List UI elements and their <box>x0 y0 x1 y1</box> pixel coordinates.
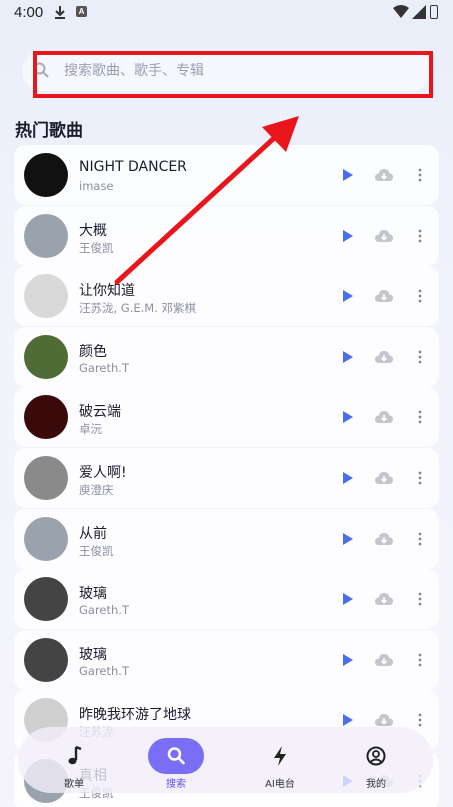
lightning-icon <box>274 746 286 766</box>
album-cover <box>24 395 68 440</box>
song-artist: Gareth.T <box>79 663 129 678</box>
album-cover <box>24 274 68 319</box>
status-bar: 4:00 A <box>0 0 453 26</box>
album-cover <box>24 455 68 500</box>
cloud-download-icon[interactable] <box>374 167 394 183</box>
song-row[interactable]: 颜色 Gareth.T <box>14 326 439 387</box>
song-row[interactable]: 爱人啊! 庾澄庆 <box>14 447 439 508</box>
song-title: 让你知道 <box>79 283 135 300</box>
play-icon[interactable] <box>342 350 354 364</box>
cloud-download-icon[interactable] <box>374 470 394 486</box>
song-artist: 卓沅 <box>79 422 102 437</box>
cloud-download-icon[interactable] <box>374 228 394 244</box>
nav-ai-radio[interactable]: AI电台 <box>240 727 320 793</box>
song-row[interactable]: NIGHT DANCER imase <box>14 145 439 205</box>
song-artist: 汪苏泷, G.E.M. 邓紫棋 <box>79 301 197 316</box>
profile-icon <box>366 746 386 766</box>
song-row[interactable]: 从前 王俊凯 <box>14 508 439 569</box>
album-cover <box>24 516 68 561</box>
nav-search-label: 搜索 <box>166 779 186 790</box>
cloud-download-icon[interactable] <box>374 288 394 304</box>
song-row[interactable]: 大概 王俊凯 <box>14 205 439 266</box>
song-title: 破云端 <box>79 404 121 421</box>
more-options-icon[interactable] <box>415 288 425 304</box>
bottom-nav: 歌单 搜索 AI电台 我的 <box>18 727 433 793</box>
play-icon[interactable] <box>342 471 354 485</box>
song-row[interactable]: 让你知道 汪苏泷, G.E.M. 邓紫棋 <box>14 266 439 327</box>
app-notification-icon: A <box>76 6 87 17</box>
cloud-download-icon[interactable] <box>374 531 394 547</box>
download-status-icon <box>55 6 65 19</box>
song-title: 玻璃 <box>79 646 107 663</box>
album-cover <box>24 153 68 197</box>
nav-playlist[interactable]: 歌单 <box>34 727 114 793</box>
play-icon[interactable] <box>342 532 354 546</box>
more-options-icon[interactable] <box>415 228 425 244</box>
search-bar[interactable] <box>22 51 431 91</box>
album-cover <box>24 637 68 682</box>
song-title: 颜色 <box>79 343 107 360</box>
song-artist: 王俊凯 <box>79 543 114 558</box>
song-row[interactable]: 玻璃 Gareth.T <box>14 629 439 690</box>
search-icon <box>167 747 185 765</box>
cloud-download-icon[interactable] <box>374 409 394 425</box>
more-options-icon[interactable] <box>415 652 425 668</box>
nav-search[interactable]: 搜索 <box>146 727 226 793</box>
nav-radio-label: AI电台 <box>265 779 295 790</box>
more-options-icon[interactable] <box>415 470 425 486</box>
song-artist: 王俊凯 <box>79 240 114 255</box>
cloud-download-icon[interactable] <box>374 712 394 728</box>
song-row[interactable]: 玻璃 Gareth.T <box>14 569 439 630</box>
song-title: 玻璃 <box>79 586 107 603</box>
song-artist: 庾澄庆 <box>79 482 114 497</box>
song-list: NIGHT DANCER imase 大概 王俊凯 让你知道 汪苏泷, G.E.M. 邓紫… <box>14 145 439 807</box>
search-input[interactable] <box>64 59 424 83</box>
song-title: 爱人啊! <box>79 464 127 481</box>
song-title: NIGHT DANCER <box>79 159 187 175</box>
song-artist: imase <box>79 179 114 193</box>
nav-mine-label: 我的 <box>366 779 386 790</box>
song-row[interactable]: 破云端 卓沅 <box>14 387 439 448</box>
more-options-icon[interactable] <box>415 591 425 607</box>
more-options-icon[interactable] <box>415 712 425 728</box>
music-note-icon <box>68 745 82 765</box>
more-options-icon[interactable] <box>415 349 425 365</box>
song-title: 大概 <box>79 222 107 239</box>
status-time: 4:00 <box>14 4 44 21</box>
cloud-download-icon[interactable] <box>374 652 394 668</box>
song-artist: Gareth.T <box>79 360 129 375</box>
play-icon[interactable] <box>342 229 354 243</box>
album-cover <box>24 577 68 622</box>
play-icon[interactable] <box>342 592 354 606</box>
wifi-icon <box>393 5 409 18</box>
section-title: 热门歌曲 <box>15 121 83 141</box>
nav-mine[interactable]: 我的 <box>336 727 416 793</box>
nav-playlist-label: 歌单 <box>64 779 84 790</box>
play-icon[interactable] <box>342 289 354 303</box>
more-options-icon[interactable] <box>415 167 425 183</box>
play-icon[interactable] <box>342 410 354 424</box>
album-cover <box>24 334 68 379</box>
signal-icon <box>412 5 426 19</box>
play-icon[interactable] <box>342 713 354 727</box>
more-options-icon[interactable] <box>415 409 425 425</box>
album-cover <box>24 213 68 258</box>
battery-icon <box>430 5 438 19</box>
song-title: 从前 <box>79 525 107 542</box>
play-icon[interactable] <box>342 653 354 667</box>
song-artist: Gareth.T <box>79 603 129 618</box>
search-icon <box>33 62 49 78</box>
more-options-icon[interactable] <box>415 531 425 547</box>
play-icon[interactable] <box>342 168 354 182</box>
cloud-download-icon[interactable] <box>374 349 394 365</box>
song-title: 昨晚我环游了地球 <box>79 707 191 724</box>
cloud-download-icon[interactable] <box>374 591 394 607</box>
